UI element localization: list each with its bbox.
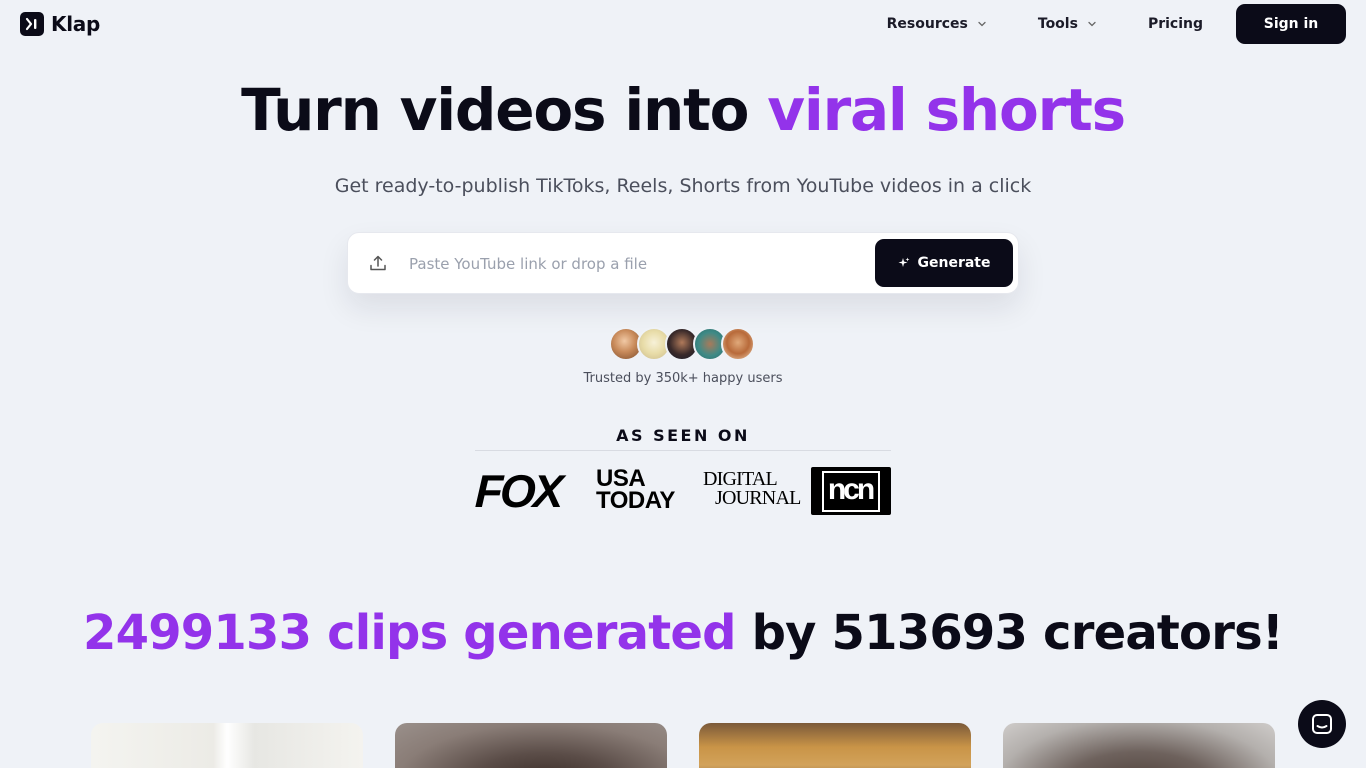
nav-pricing-label: Pricing: [1147, 16, 1203, 32]
generate-label: Generate: [917, 255, 991, 271]
youtube-link-input[interactable]: [409, 251, 849, 277]
clips-count: 2499133 clips generated: [83, 605, 736, 661]
chevron-down-icon: [1088, 21, 1096, 27]
video-card[interactable]: [699, 723, 971, 768]
video-cards: [91, 723, 1275, 768]
chat-icon: [1312, 714, 1332, 734]
ncn-logo-text: ncn: [821, 470, 881, 512]
user-avatars: [609, 327, 755, 361]
ncn-logo: ncn: [811, 467, 891, 515]
link-input-card: Generate: [347, 232, 1019, 294]
nav-pricing[interactable]: Pricing: [1148, 16, 1203, 32]
hero-subtitle: Get ready-to-publish TikToks, Reels, Sho…: [334, 175, 1032, 197]
trusted-by-text: Trusted by 350k+ happy users: [583, 371, 783, 386]
video-card[interactable]: [395, 723, 667, 768]
klap-logo-icon: [20, 12, 44, 36]
digital-journal-logo: DIGITAL JOURNAL: [703, 469, 801, 509]
hero-title-accent: viral shorts: [767, 76, 1126, 144]
clips-stats-heading: 2499133 clips generated by 513693 creato…: [0, 601, 1366, 665]
sparkle-icon: [898, 257, 909, 267]
press-logos: FOX USA TODAY DIGITAL JOURNAL ncn: [474, 465, 891, 517]
creators-count: by 513693 creators!: [735, 605, 1284, 661]
as-seen-on-title: AS SEEN ON: [616, 426, 750, 445]
chevron-down-icon: [978, 21, 986, 27]
usa-today-logo: USA TODAY: [596, 467, 675, 514]
nav-resources-label: Resources: [886, 16, 968, 32]
hero-title: Turn videos into viral shorts: [0, 74, 1366, 146]
video-card[interactable]: [1003, 723, 1275, 768]
main-nav: Resources Tools Pricing Sign in: [887, 4, 1346, 44]
fox-logo: FOX: [474, 465, 562, 517]
chat-button[interactable]: [1298, 700, 1346, 748]
usa-today-line2: TODAY: [596, 487, 675, 514]
avatar: [721, 327, 755, 361]
generate-button[interactable]: Generate: [875, 239, 1013, 287]
brand-name: Klap: [51, 12, 100, 36]
logo[interactable]: Klap: [20, 12, 100, 36]
nav-resources[interactable]: Resources: [887, 16, 987, 32]
header: Klap Resources Tools Pricing Sign in: [0, 0, 1366, 48]
divider: [475, 450, 891, 451]
video-card[interactable]: [91, 723, 363, 768]
upload-icon[interactable]: [368, 253, 388, 273]
sign-in-button[interactable]: Sign in: [1236, 4, 1346, 44]
hero-title-main: Turn videos into: [241, 76, 768, 144]
nav-tools-label: Tools: [1037, 16, 1078, 32]
digital-journal-line2: JOURNAL: [715, 487, 801, 509]
nav-tools[interactable]: Tools: [1038, 16, 1097, 32]
